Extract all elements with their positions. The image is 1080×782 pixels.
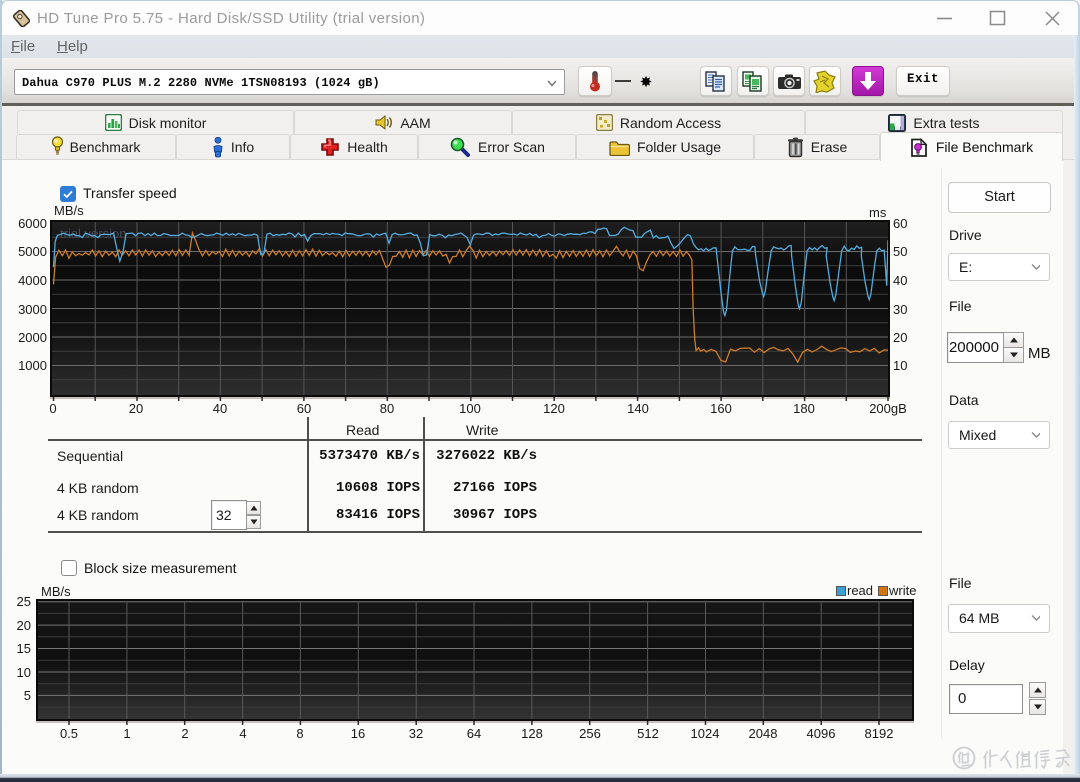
svg-text:trial version: trial version <box>60 226 126 241</box>
svg-text:✸: ✸ <box>640 74 653 90</box>
